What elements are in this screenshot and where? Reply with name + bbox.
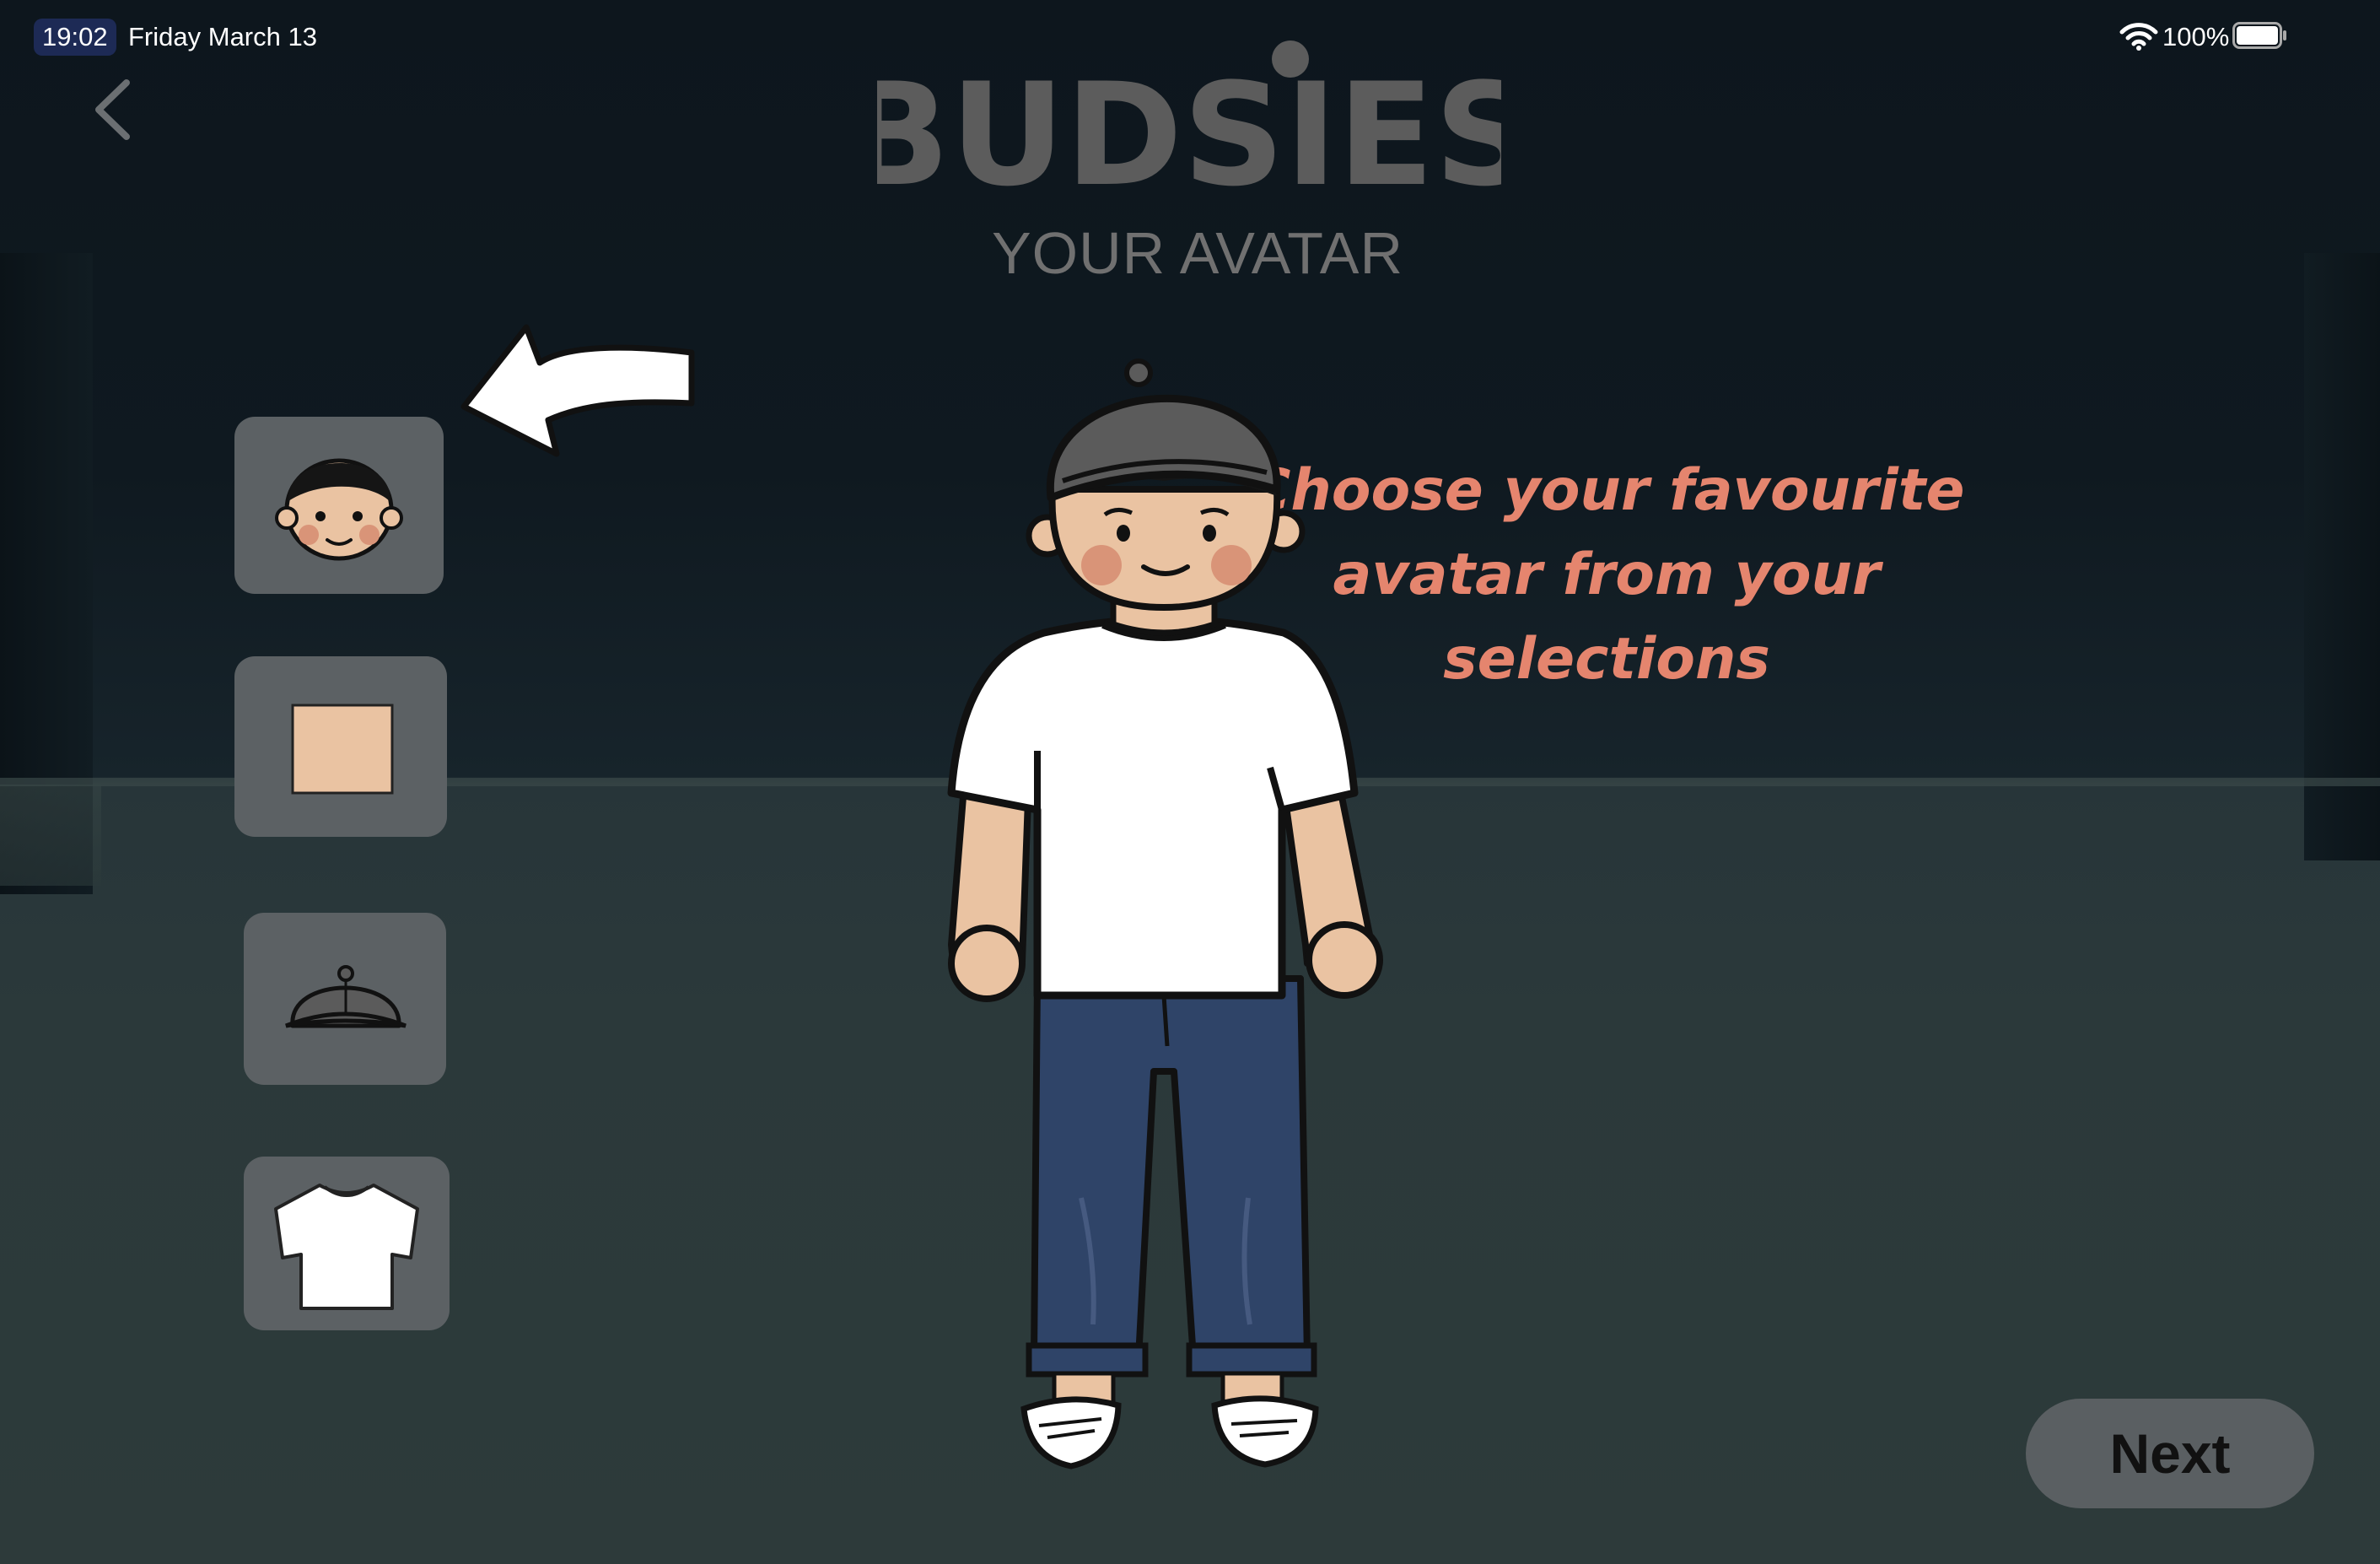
logo-text: BUDSIES bbox=[877, 52, 1501, 194]
room-wall-right bbox=[2304, 253, 2380, 860]
face-icon bbox=[275, 458, 403, 561]
hat-selector-button[interactable] bbox=[244, 913, 446, 1085]
jeans bbox=[1031, 975, 1311, 1362]
page-title: YOUR AVATAR bbox=[991, 220, 1404, 286]
budsies-logo: BUDSIES bbox=[877, 40, 1501, 194]
wifi-icon bbox=[2119, 23, 2158, 51]
avatar-figure bbox=[947, 359, 1383, 1470]
shoe-right bbox=[1211, 1395, 1319, 1468]
app-screen: 19:02 Friday March 13 100% BUDSIES YOUR … bbox=[0, 0, 2380, 1564]
pointer-arrow-icon bbox=[460, 324, 695, 457]
cap bbox=[1047, 394, 1281, 502]
battery-percent: 100% bbox=[2162, 22, 2230, 51]
battery-icon bbox=[2232, 22, 2286, 49]
back-chevron-icon[interactable] bbox=[89, 76, 139, 143]
skin-tone-selector-button[interactable] bbox=[234, 656, 447, 837]
head bbox=[1048, 486, 1281, 612]
shirt-selector-button[interactable] bbox=[244, 1157, 450, 1330]
room-floor-corner bbox=[0, 785, 101, 886]
face-selector-button[interactable] bbox=[234, 417, 444, 594]
next-button[interactable]: Next bbox=[2026, 1399, 2314, 1508]
cap-icon bbox=[285, 965, 407, 1028]
status-time: 19:02 bbox=[34, 19, 116, 56]
skin-swatch bbox=[291, 704, 394, 795]
status-date: Friday March 13 bbox=[128, 22, 317, 51]
tshirt-icon bbox=[274, 1184, 419, 1310]
